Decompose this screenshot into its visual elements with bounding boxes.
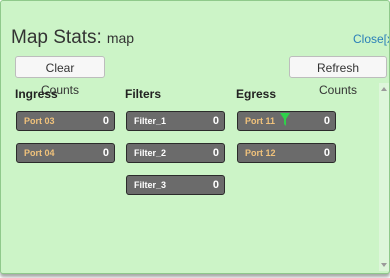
port-count: 0 [102, 115, 109, 127]
filters-header: Filters [125, 87, 162, 101]
port-label: Port 04 [24, 148, 55, 158]
ingress-port[interactable]: Port 04 0 [16, 143, 115, 163]
port-count: 0 [323, 147, 330, 159]
filter-label: Filter_2 [134, 148, 167, 158]
egress-port[interactable]: Port 12 0 [237, 143, 336, 163]
ingress-header: Ingress [15, 87, 58, 101]
filter-count: 0 [212, 179, 219, 191]
scroll-up-icon[interactable] [381, 87, 387, 91]
port-label: Port 03 [24, 116, 55, 126]
close-link[interactable]: Close[x [353, 32, 389, 46]
egress-port[interactable]: Port 11 0 [237, 111, 336, 131]
filter-count: 0 [212, 115, 219, 127]
filter-item[interactable]: Filter_2 0 [126, 143, 225, 163]
ingress-port[interactable]: Port 03 0 [16, 111, 115, 131]
map-name: map [106, 30, 135, 46]
clear-counts-button[interactable]: Clear Counts [15, 56, 105, 97]
funnel-icon [280, 113, 290, 126]
vertical-scrollbar[interactable] [379, 83, 389, 271]
port-label: Port 11 [245, 116, 276, 126]
map-stats-panel: Map Stats: map Close[x Clear Counts Refre… [0, 0, 390, 274]
filter-label: Filter_3 [134, 180, 167, 190]
filter-label: Filter_1 [134, 116, 167, 126]
filter-item[interactable]: Filter_1 0 [126, 111, 225, 131]
port-count: 0 [323, 115, 330, 127]
scroll-down-icon[interactable] [381, 263, 387, 267]
port-count: 0 [102, 147, 109, 159]
filter-item[interactable]: Filter_3 0 [126, 175, 225, 195]
refresh-counts-button[interactable]: Refresh Counts [289, 56, 387, 97]
filter-count: 0 [212, 147, 219, 159]
panel-title: Map Stats: map [11, 27, 134, 49]
port-label: Port 12 [245, 148, 276, 158]
panel-title-label: Map Stats: [11, 27, 102, 48]
egress-header: Egress [236, 87, 277, 101]
